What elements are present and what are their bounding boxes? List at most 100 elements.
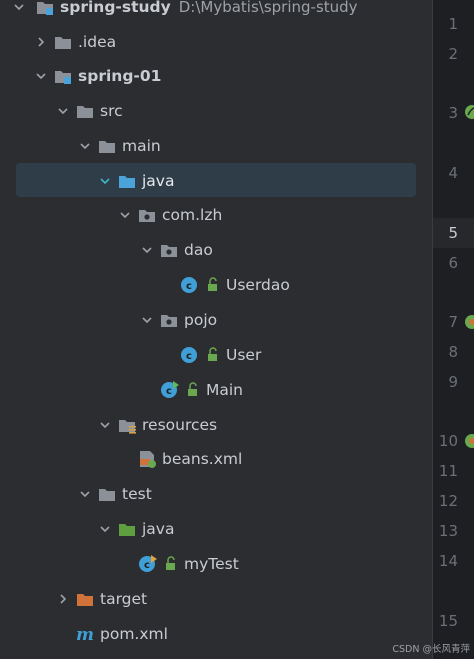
line-number: 7 [448, 313, 458, 331]
tree-row-test-java[interactable]: java [0, 514, 432, 544]
test-source-folder-icon [116, 518, 138, 540]
tree-label-resources: resources [142, 416, 218, 434]
tree-row-dao[interactable]: dao [0, 235, 432, 265]
watermark: CSDN @长风青萍 [392, 644, 470, 655]
chevron-right-icon[interactable] [32, 33, 50, 51]
chevron-down-icon[interactable] [76, 485, 94, 503]
line-number: 9 [448, 373, 458, 391]
package-icon [158, 239, 180, 261]
tree-label-test-java: java [142, 520, 175, 538]
chevron-right-icon[interactable] [54, 590, 72, 608]
chevron-down-icon[interactable] [76, 137, 94, 155]
line-number: 3 [448, 104, 458, 122]
tree-label-user: User [226, 346, 262, 364]
tree-row-main-class[interactable]: c Main [0, 375, 432, 405]
chevron-down-icon[interactable] [96, 520, 114, 538]
project-tree: spring-study D:\Mybatis\spring-study .id… [0, 0, 432, 659]
spring-bean-gutter-icon[interactable] [464, 104, 474, 120]
tree-label-pom: pom.xml [100, 625, 168, 643]
line-number-current: 5 [448, 224, 458, 242]
line-number: 12 [438, 492, 458, 510]
chevron-down-icon[interactable] [96, 416, 114, 434]
tree-row-idea[interactable]: .idea [0, 27, 432, 57]
tree-row-pojo[interactable]: pojo [0, 305, 432, 335]
svg-text:c: c [166, 386, 172, 397]
lock-open-icon [160, 553, 176, 575]
tree-row-resources[interactable]: resources [0, 410, 432, 440]
resources-folder-icon [116, 414, 138, 436]
tree-label-dao: dao [184, 241, 213, 259]
chevron-down-icon[interactable] [54, 102, 72, 120]
tree-row-target[interactable]: target [0, 584, 432, 614]
module-folder-icon [34, 0, 56, 18]
runnable-class-icon: c [136, 553, 158, 575]
tree-row-pom[interactable]: m pom.xml [0, 619, 432, 649]
line-number: 4 [448, 164, 458, 182]
tree-row-mytest[interactable]: c myTest [0, 549, 432, 579]
tree-row-src[interactable]: src [0, 96, 432, 126]
lock-open-icon [182, 379, 198, 401]
excluded-folder-icon [74, 588, 96, 610]
chevron-down-icon[interactable] [32, 67, 50, 85]
tree-row-test[interactable]: test [0, 479, 432, 509]
line-number: 2 [448, 45, 458, 63]
line-number: 11 [438, 462, 458, 480]
line-number: 10 [438, 432, 458, 450]
chevron-down-icon[interactable] [96, 172, 114, 190]
tree-label-beans: beans.xml [162, 450, 243, 468]
lock-open-icon [202, 274, 218, 296]
line-number: 13 [438, 522, 458, 540]
tree-label-java: java [142, 172, 175, 190]
tree-label-package: com.lzh [162, 206, 223, 224]
maven-icon: m [74, 623, 96, 645]
svg-text:c: c [186, 351, 192, 362]
tree-row-userdao[interactable]: c Userdao [0, 270, 432, 300]
tree-row-module[interactable]: spring-01 [0, 61, 432, 91]
tree-label-main: main [122, 137, 161, 155]
tree-label-test: test [122, 485, 152, 503]
line-number: 15 [438, 612, 458, 630]
line-number: 6 [448, 254, 458, 272]
chevron-down-icon[interactable] [116, 206, 134, 224]
runnable-class-icon: c [158, 379, 180, 401]
folder-icon [74, 100, 96, 122]
class-icon: c [178, 274, 200, 296]
tree-row-beans[interactable]: beans.xml [0, 444, 432, 474]
source-folder-icon [116, 170, 138, 192]
tree-label-idea: .idea [78, 33, 117, 51]
project-name: spring-study [60, 0, 171, 16]
svg-text:c: c [186, 281, 192, 292]
svg-text:c: c [144, 560, 150, 571]
tree-label-pojo: pojo [184, 311, 218, 329]
spring-bean-gutter-icon[interactable] [464, 314, 474, 330]
module-folder-icon [52, 65, 74, 87]
tree-label-mytest: myTest [184, 555, 239, 573]
package-icon [136, 204, 158, 226]
tree-row-main[interactable]: main [0, 131, 432, 161]
folder-icon [96, 483, 118, 505]
chevron-down-icon[interactable] [10, 0, 28, 16]
tree-label-module: spring-01 [78, 67, 162, 85]
tree-label-main-class: Main [206, 381, 244, 399]
lock-open-icon [202, 344, 218, 366]
tree-label-userdao: Userdao [226, 276, 290, 294]
tree-row-java[interactable]: java [0, 166, 432, 196]
svg-text:m: m [76, 625, 94, 645]
package-icon [158, 309, 180, 331]
tree-row-project[interactable]: spring-study D:\Mybatis\spring-study [0, 0, 432, 22]
spring-xml-icon [136, 448, 158, 470]
folder-icon [96, 135, 118, 157]
tree-row-package[interactable]: com.lzh [0, 200, 432, 230]
tree-row-user[interactable]: c User [0, 340, 432, 370]
chevron-down-icon[interactable] [138, 311, 156, 329]
tree-label-target: target [100, 590, 148, 608]
chevron-down-icon[interactable] [138, 241, 156, 259]
tree-label-src: src [100, 102, 123, 120]
line-number: 1 [448, 15, 458, 33]
line-number: 8 [448, 343, 458, 361]
class-icon: c [178, 344, 200, 366]
spring-bean-gutter-icon[interactable] [464, 433, 474, 449]
line-number: 14 [438, 552, 458, 570]
folder-icon [52, 31, 74, 53]
project-path: D:\Mybatis\spring-study [178, 0, 358, 16]
